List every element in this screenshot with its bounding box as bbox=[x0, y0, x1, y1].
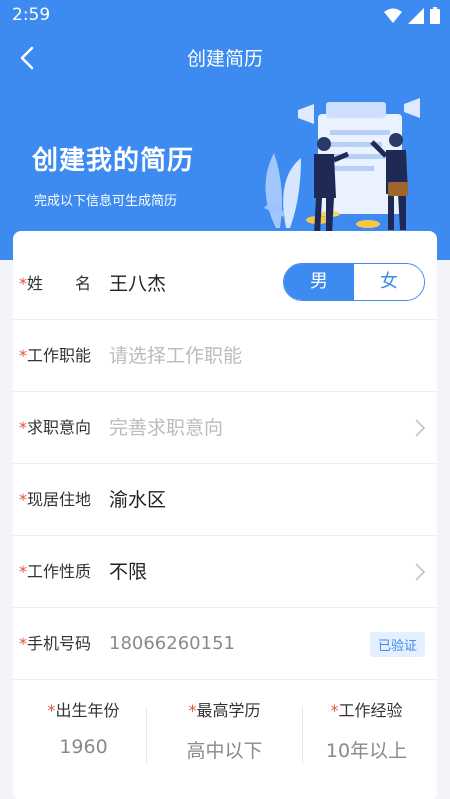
job-nature-label: *工作性质 bbox=[19, 562, 92, 581]
status-icons bbox=[384, 7, 440, 24]
experience-value: 10年以上 bbox=[325, 740, 408, 762]
battery-icon bbox=[430, 7, 440, 24]
name-input[interactable]: 王八杰 bbox=[109, 248, 166, 320]
gender-toggle[interactable]: 男 女 bbox=[283, 263, 425, 301]
job-function-field[interactable]: 请选择工作职能 bbox=[109, 320, 242, 392]
job-nature-field[interactable]: 不限 bbox=[109, 536, 147, 608]
residence-field[interactable]: 渝水区 bbox=[109, 464, 166, 536]
wifi-icon bbox=[384, 8, 402, 23]
residence-row[interactable]: *现居住地 渝水区 bbox=[13, 464, 437, 536]
experience-selector[interactable]: *工作经验 10年以上 bbox=[296, 681, 437, 781]
gender-male-option[interactable]: 男 bbox=[284, 264, 354, 300]
header-banner: 2:59 创建简历 创建我的简历 完成以下信息可生成简历 bbox=[0, 0, 450, 260]
phone-field[interactable]: 18066260151 bbox=[109, 608, 235, 680]
status-bar: 2:59 bbox=[0, 0, 450, 32]
education-selector[interactable]: *最高学历 高中以下 bbox=[154, 681, 295, 781]
birth-year-value: 1960 bbox=[59, 736, 108, 758]
nav-bar: 创建简历 bbox=[0, 32, 450, 84]
gender-female-option[interactable]: 女 bbox=[354, 264, 424, 300]
name-label: *姓 名 bbox=[19, 274, 92, 293]
page-title: 创建简历 bbox=[186, 48, 263, 70]
phone-label: *手机号码 bbox=[19, 634, 92, 653]
chevron-right-icon bbox=[415, 419, 426, 437]
hero-title: 创建我的简历 bbox=[32, 146, 195, 176]
chevron-right-icon bbox=[415, 563, 426, 581]
name-row: *姓 名 王八杰 男 女 bbox=[13, 248, 437, 320]
status-time: 2:59 bbox=[12, 5, 51, 25]
birth-year-selector[interactable]: *出生年份 1960 bbox=[13, 681, 154, 781]
resume-form-card: *姓 名 王八杰 男 女 *工作职能 请选择工作职能 *求职意向 完善求职意向 … bbox=[13, 231, 437, 799]
education-value: 高中以下 bbox=[186, 740, 263, 762]
birth-year-label: *出生年份 bbox=[47, 701, 120, 720]
bottom-selectors: *出生年份 1960 *最高学历 高中以下 *工作经验 10年以上 bbox=[13, 681, 437, 781]
residence-label: *现居住地 bbox=[19, 490, 92, 509]
education-label: *最高学历 bbox=[188, 701, 261, 720]
job-intent-label: *求职意向 bbox=[19, 418, 92, 437]
job-function-label: *工作职能 bbox=[19, 346, 92, 365]
divider bbox=[146, 707, 147, 763]
job-function-row[interactable]: *工作职能 请选择工作职能 bbox=[13, 320, 437, 392]
job-nature-row[interactable]: *工作性质 不限 bbox=[13, 536, 437, 608]
signal-icon bbox=[408, 7, 424, 24]
experience-label: *工作经验 bbox=[330, 701, 403, 720]
hero-subtitle: 完成以下信息可生成简历 bbox=[34, 194, 178, 209]
resume-illustration bbox=[264, 98, 420, 234]
phone-row: *手机号码 18066260151 已验证 bbox=[13, 608, 437, 680]
job-intent-row[interactable]: *求职意向 完善求职意向 bbox=[13, 392, 437, 464]
verified-badge: 已验证 bbox=[369, 632, 425, 657]
job-intent-field[interactable]: 完善求职意向 bbox=[109, 392, 223, 464]
